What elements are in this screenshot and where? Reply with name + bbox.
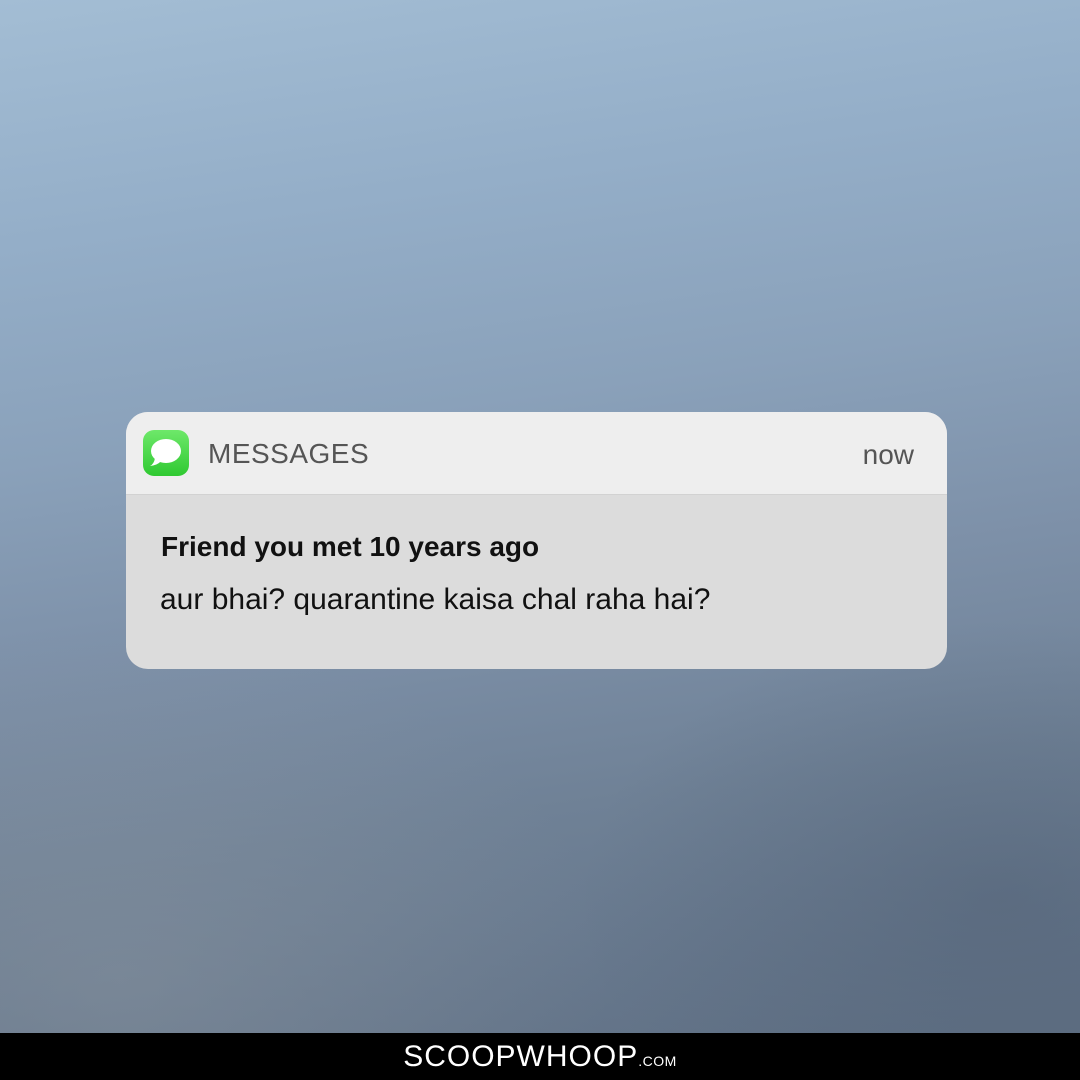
message-preview: aur bhai? quarantine kaisa chal raha hai…: [160, 583, 711, 616]
notification-timestamp: now: [862, 439, 914, 470]
speech-bubble-icon: [150, 439, 181, 466]
app-name-label: MESSAGES: [208, 438, 370, 469]
brand-suffix: .COM: [638, 1053, 677, 1069]
messages-app-icon: [143, 430, 189, 476]
brand-name: SCOOPWHOOP: [403, 1040, 639, 1073]
notification-header: MESSAGES now: [126, 412, 947, 495]
sender-name: Friend you met 10 years ago: [161, 531, 540, 562]
message-notification-banner[interactable]: MESSAGES now Friend you met 10 years ago…: [126, 412, 947, 669]
brand-logo: SCOOPWHOOP.COM: [403, 1040, 677, 1074]
brand-footer: SCOOPWHOOP.COM: [0, 1033, 1080, 1080]
notification-body: Friend you met 10 years ago aur bhai? qu…: [126, 495, 947, 669]
